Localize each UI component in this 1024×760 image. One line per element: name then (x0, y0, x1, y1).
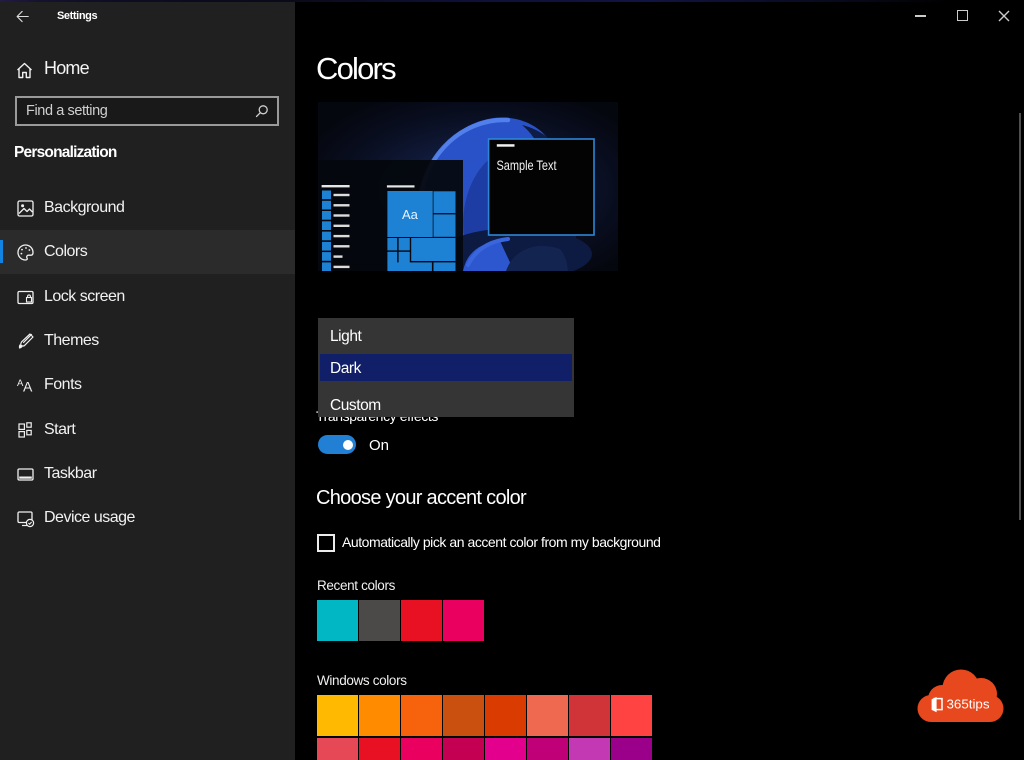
svg-text:Aa: Aa (402, 207, 419, 222)
svg-text:365tips: 365tips (947, 697, 991, 712)
svg-text:A: A (23, 379, 33, 395)
svg-text:Sample Text: Sample Text (497, 157, 557, 173)
